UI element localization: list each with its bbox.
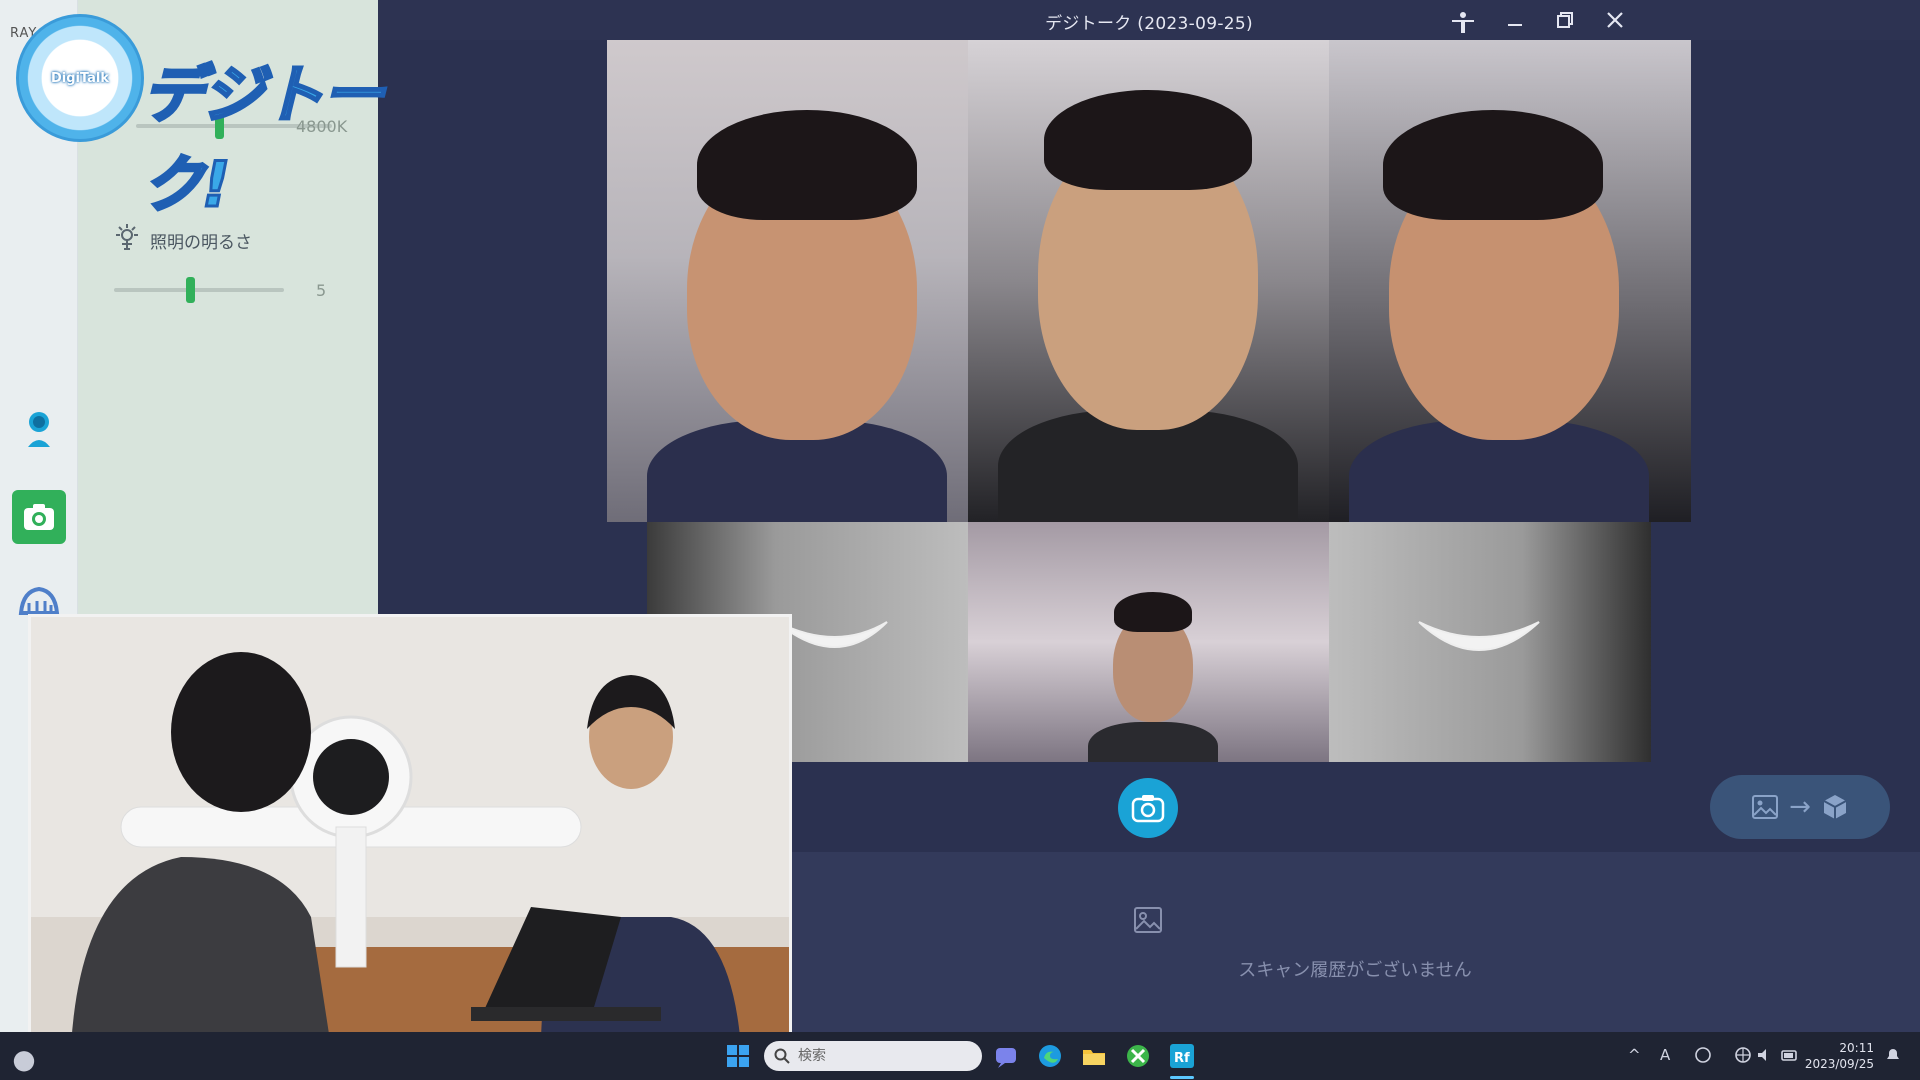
notification-icon[interactable] (1884, 1046, 1902, 1064)
photo-low-angle[interactable] (968, 522, 1329, 762)
light-icon (116, 224, 138, 250)
arrow-right-icon: → (1789, 792, 1811, 822)
file-explorer-icon[interactable] (1080, 1042, 1108, 1070)
close-button[interactable] (1594, 4, 1636, 36)
brightness-value: 5 (316, 281, 327, 300)
restore-button[interactable] (1544, 4, 1586, 36)
taskbar: 検索 Rf ^ A 20:11 2023/09/25 (0, 1032, 1920, 1080)
camera-icon (1131, 795, 1165, 823)
battery-icon[interactable] (1780, 1046, 1800, 1064)
network-icon[interactable] (1734, 1046, 1752, 1064)
image-icon (1752, 795, 1779, 819)
teams-chat-icon[interactable] (992, 1042, 1020, 1070)
windows-start-icon[interactable] (724, 1042, 752, 1070)
taskbar-clock[interactable]: 20:11 2023/09/25 (1805, 1040, 1874, 1072)
volume-icon[interactable] (1756, 1046, 1774, 1064)
history-image-icon (1134, 907, 1162, 933)
rf-app-icon[interactable]: Rf (1168, 1042, 1196, 1070)
photo-front[interactable] (968, 40, 1329, 522)
active-app-indicator (1170, 1076, 1194, 1079)
image-to-3d-button[interactable]: → (1710, 775, 1890, 839)
consultation-scene (31, 617, 789, 1045)
photo-left-profile[interactable] (607, 40, 968, 522)
focus-icon[interactable] (1694, 1046, 1712, 1064)
brightness-thumb[interactable] (186, 277, 196, 303)
photo-right-smile-mono[interactable] (1329, 522, 1651, 762)
logo-badge-text: DigiTalk (50, 71, 110, 86)
camera-mode-button[interactable] (12, 490, 66, 544)
weather-icon[interactable] (10, 1046, 38, 1074)
scan-history-panel: スキャン履歴がございません (790, 852, 1920, 1032)
title-bar: デジトーク (2023-09-25) (378, 0, 1920, 40)
window-title: デジトーク (2023-09-25) (1045, 14, 1253, 34)
digitalk-logo: DigiTalk デジトーク! (16, 14, 396, 223)
clock-time: 20:11 (1839, 1041, 1874, 1055)
brightness-slider[interactable] (114, 277, 284, 303)
history-empty-text: スキャン履歴がございません (1238, 960, 1472, 981)
pin-icon[interactable] (1442, 4, 1484, 36)
photo-right-profile[interactable] (1329, 40, 1691, 522)
patient-icon[interactable] (12, 402, 66, 456)
cube-icon (1823, 795, 1847, 819)
consultation-video (28, 614, 792, 1048)
search-icon (774, 1048, 790, 1064)
logo-badge: DigiTalk (16, 14, 144, 142)
capture-button[interactable] (1118, 778, 1178, 838)
tray-overflow-icon[interactable]: ^ (1628, 1046, 1641, 1064)
edge-browser-icon[interactable] (1036, 1042, 1064, 1070)
search-placeholder: 検索 (798, 1048, 826, 1064)
svg-text:Rf: Rf (1174, 1051, 1190, 1066)
clock-date: 2023/09/25 (1804, 1057, 1874, 1071)
taskbar-search[interactable]: 検索 (764, 1041, 982, 1071)
minimize-button[interactable] (1494, 4, 1536, 36)
brightness-label: 照明の明るさ (150, 233, 252, 253)
logo-title: デジトーク! (141, 57, 386, 223)
xbox-icon[interactable] (1124, 1042, 1152, 1070)
ime-indicator[interactable]: A (1660, 1046, 1670, 1064)
